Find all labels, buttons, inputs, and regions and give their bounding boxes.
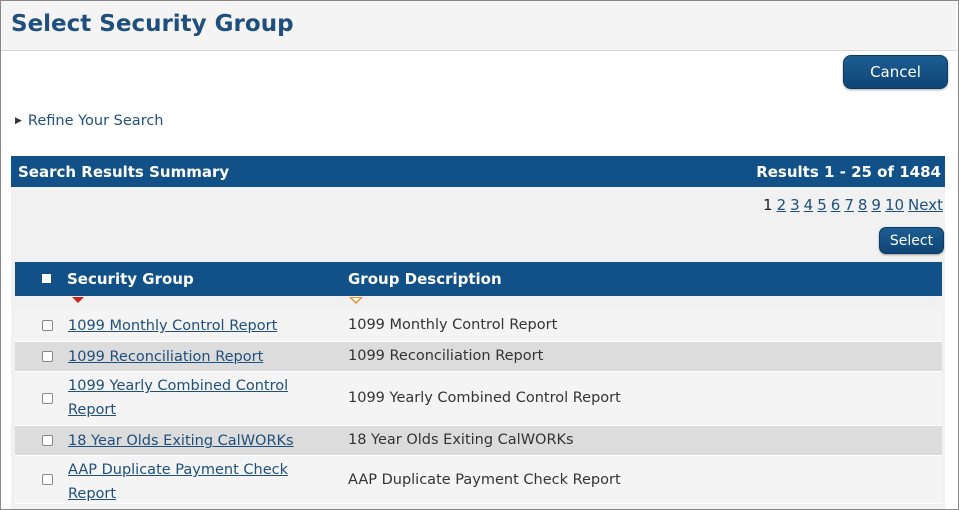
table-header: Security Group Group Description (15, 262, 942, 296)
row-checkbox[interactable] (42, 320, 53, 331)
page-link-10[interactable]: 10 (885, 196, 904, 214)
security-group-link[interactable]: 1099 Yearly Combined Control Report (68, 374, 318, 422)
page-link-2[interactable]: 2 (777, 196, 787, 214)
results-summary-title: Search Results Summary (18, 163, 230, 181)
column-header-security-group[interactable]: Security Group (67, 270, 194, 288)
group-description: 18 Year Olds Exiting CalWORKs (348, 432, 574, 448)
page-link-4[interactable]: 4 (804, 196, 814, 214)
security-group-link[interactable]: 1099 Monthly Control Report (68, 314, 318, 338)
row-checkbox[interactable] (42, 351, 53, 362)
page-link-8[interactable]: 8 (858, 196, 868, 214)
sort-desc-icon[interactable] (72, 297, 84, 303)
sort-outline-icon[interactable] (349, 297, 363, 304)
title-bar: Select Security Group (1, 1, 957, 51)
page-next-link[interactable]: Next (908, 196, 943, 214)
row-checkbox[interactable] (42, 393, 53, 404)
page-link-5[interactable]: 5 (817, 196, 827, 214)
security-group-table: Security Group Group Description 1099 Mo… (15, 262, 942, 504)
security-group-link[interactable]: AAP Duplicate Payment Check Report (68, 458, 318, 506)
triangle-right-icon: ▶ (15, 116, 22, 126)
pagination: 1 2 3 4 5 6 7 8 9 10 Next (763, 196, 943, 214)
table-row: 1099 Reconciliation Report 1099 Reconcil… (15, 342, 942, 372)
security-group-link[interactable]: 18 Year Olds Exiting CalWORKs (68, 429, 318, 453)
table-row: AAP Duplicate Payment Check Report AAP D… (15, 456, 942, 504)
sort-indicator-row (15, 296, 942, 310)
security-group-link[interactable]: 1099 Reconciliation Report (68, 345, 318, 369)
page-link-9[interactable]: 9 (871, 196, 881, 214)
refine-search-toggle[interactable]: ▶ Refine Your Search (15, 113, 164, 129)
results-summary-bar: Search Results Summary Results 1 - 25 of… (11, 156, 945, 187)
row-checkbox[interactable] (42, 435, 53, 446)
page-title: Select Security Group (11, 11, 294, 37)
column-header-group-description[interactable]: Group Description (348, 270, 502, 288)
group-description: 1099 Yearly Combined Control Report (348, 390, 621, 406)
results-count: Results 1 - 25 of 1484 (756, 163, 941, 181)
row-checkbox[interactable] (42, 474, 53, 485)
refine-search-label: Refine Your Search (27, 113, 164, 129)
page-link-3[interactable]: 3 (790, 196, 800, 214)
table-row: 18 Year Olds Exiting CalWORKs 18 Year Ol… (15, 426, 942, 456)
select-all-checkbox[interactable] (42, 274, 51, 283)
page-link-7[interactable]: 7 (844, 196, 854, 214)
group-description: 1099 Reconciliation Report (348, 348, 544, 364)
page-link-6[interactable]: 6 (831, 196, 841, 214)
cancel-button[interactable]: Cancel (843, 55, 948, 89)
group-description: AAP Duplicate Payment Check Report (348, 472, 621, 488)
select-button[interactable]: Select (879, 227, 944, 254)
table-row: 1099 Monthly Control Report 1099 Monthly… (15, 310, 942, 342)
group-description: 1099 Monthly Control Report (348, 317, 558, 333)
page-current: 1 (763, 196, 773, 214)
table-row: 1099 Yearly Combined Control Report 1099… (15, 372, 942, 426)
